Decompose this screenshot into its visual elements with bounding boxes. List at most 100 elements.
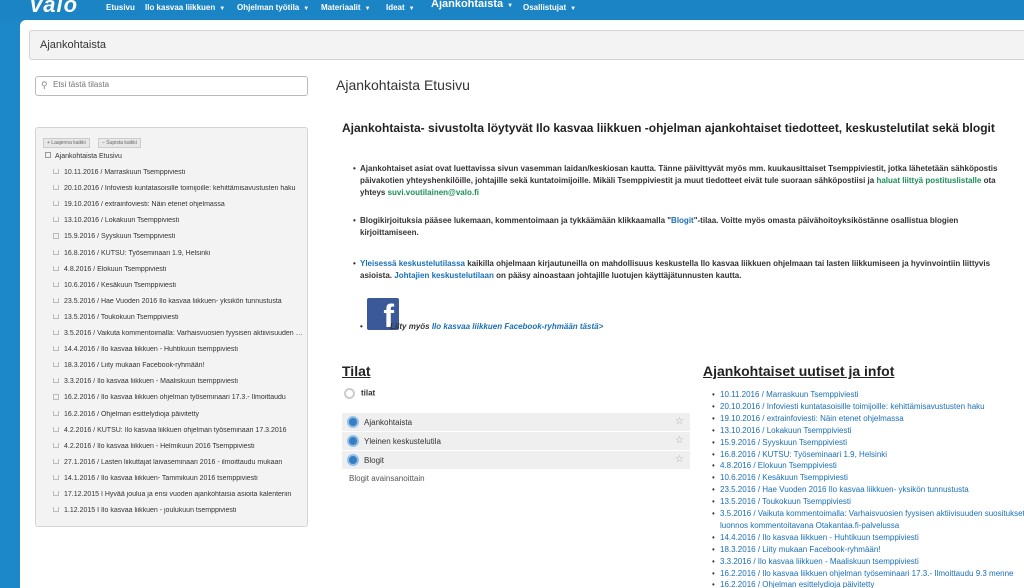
collapse-icon[interactable] [45,152,51,159]
page-icon [53,233,59,239]
nav-item-1[interactable]: Ilo kasvaa liikkuen ▼ [145,3,225,12]
page-icon [53,410,59,416]
bullet: • [712,509,715,518]
nav-item-0[interactable]: Etusivu [106,3,135,12]
space-icon [347,454,359,466]
tree-root[interactable]: Ajankohtaista Etusivu [45,152,122,160]
tree-item[interactable]: 27.1.2016 / Lasten liikuttajat laivasemi… [53,458,303,471]
space-row-yleinen[interactable]: Yleinen keskustelutila ☆ [342,432,690,450]
tree-item[interactable]: 4.8.2016 / Elokuun Tsemppiviesti [53,265,303,278]
news-item[interactable]: • 14.4.2016 / Ilo kasvaa liikkuen - Huhti… [712,532,1024,543]
tree-item[interactable]: 16.2.2016 / Ilo kasvaa liikkuen ohjelman… [53,394,303,406]
bullet: • [712,473,715,483]
intro-heading: Ajankohtaista- sivustolta löytyvät Ilo k… [342,121,995,135]
news-item[interactable]: • 3.5.2016 / Vaikuta kommentoimalla: Varh… [712,508,1024,519]
tree-item[interactable]: 3.5.2016 / Vaikuta kommentoimalla: Varha… [53,330,303,342]
news-item[interactable]: • 3.3.2016 / Ilo kasvaa liikkuen - Maalis… [712,556,1024,567]
news-item[interactable]: • 10.6.2016 / Kesäkuun Tsemppiviesti [712,472,1024,483]
news-item[interactable]: • 13.10.2016 / Lokakuun Tsemppiviesti [712,425,1024,436]
tree-item[interactable]: 4.2.2016 / Ilo kasvaa liikkuen - Helmiku… [53,442,303,455]
news-item[interactable]: • 16.8.2016 / KUTSU: Työseminaari 1.9, He… [712,449,1024,460]
nav-item-3[interactable]: Materiaalit ▼ [321,3,371,12]
news-item[interactable]: • 15.9.2016 / Syyskuun Tsemppiviesti [712,437,1024,448]
tree-item[interactable]: 13.10.2016 / Lokakuun Tsemppiviesti [53,217,303,229]
space-label[interactable]: Yleinen keskustelutila [364,437,441,446]
news-item[interactable]: • 18.3.2016 / Liity mukaan Facebook-ryhmä… [712,544,1024,555]
tree-item[interactable]: 16.8.2016 / KUTSU: Työseminaari 1.9, Hel… [53,249,303,262]
tree-item[interactable]: 10.11.2016 / Marraskuun Tsemppiviesti [53,169,303,181]
news-item[interactable]: • 19.10.2016 / extrainfoviesti: Näin eten… [712,413,1024,424]
expand-all-button[interactable]: + Laajenna kaikki [43,138,90,148]
favorite-star-icon[interactable]: ☆ [675,435,684,446]
page-icon [53,185,59,191]
news-item[interactable]: • 13.5.2016 / Toukokuun Tsemppiviesti [712,496,1024,507]
tree-item[interactable]: 23.5.2016 / Hae Vuoden 2016 Ilo kasvaa l… [53,297,303,310]
news-item[interactable]: luonnos kommentoitavana Otakantaa.fi-pal… [720,520,1024,531]
nav-item-6[interactable]: Osallistujat ▼ [523,3,576,12]
news-item[interactable]: • 4.8.2016 / Elokuun Tsemppiviesti [712,460,1024,471]
tree-item[interactable]: 13.5.2016 / Toukokuun Tsemppiviesti [53,313,303,326]
space-search[interactable]: ⚲ [35,76,308,96]
directors-discussion-link[interactable]: Johtajien keskustelutilaan [394,271,494,280]
blogit-link[interactable]: Blogit [671,216,694,225]
nav-item-4[interactable]: Ideat ▼ [386,3,415,12]
bullet: • [712,401,715,411]
dropdown-caret-icon[interactable]: ▼ [219,6,225,12]
tree-item[interactable]: 18.3.2016 / Liity mukaan Facebook-ryhmää… [53,362,303,374]
news-item[interactable]: • 20.10.2016 / Infoviesti kuntatasoisille… [712,401,1024,412]
page-icon [53,362,59,368]
spaces-subheading: tilat [344,388,375,399]
space-icon [347,416,359,428]
page-icon [53,330,59,336]
dropdown-caret-icon[interactable]: ▼ [507,3,513,9]
page-icon [53,169,59,175]
favorite-star-icon[interactable]: ☆ [675,454,684,465]
blog-keywords-link[interactable]: Blogit avainsanoittain [349,474,425,483]
page-icon [53,346,59,352]
tree-root-label[interactable]: Ajankohtaista Etusivu [55,153,122,160]
tree-item[interactable]: 16.2.2016 / Ohjelman esittelydioja päivi… [53,410,303,423]
tree-item[interactable]: 20.10.2016 / Infoviesti kuntatasoisille … [53,185,303,197]
breadcrumb[interactable]: Ajankohtaista [40,39,106,51]
space-label[interactable]: Ajankohtaista [364,418,412,427]
facebook-group-link[interactable]: Ilo kasvaa liikkuen Facebook-ryhmään täs… [432,322,603,331]
tree-item[interactable]: 1.12.2015 I Ilo kasvaa liikkuen - jouluk… [53,507,303,519]
bullet: • [353,164,356,173]
bullet: • [712,580,715,588]
tree-item[interactable]: 3.3.2016 / Ilo kasvaa liikkuen - Maalisk… [53,378,303,390]
page-icon [53,491,59,497]
bullet: • [712,556,715,566]
bullet: • [712,390,715,399]
facebook-line: • Liity myös Ilo kasvaa liikkuen Faceboo… [360,322,604,331]
bullet: • [712,485,715,495]
news-item[interactable]: • 10.11.2016 / Marraskuun Tsemppiviesti [712,389,1024,400]
tree-item[interactable]: 14.1.2016 / Ilo kasvaa liikkuen- Tammiku… [53,474,303,487]
general-discussion-link[interactable]: Yleisessä keskustelutilassa [360,259,465,268]
dropdown-caret-icon[interactable]: ▼ [365,6,371,12]
email-link[interactable]: suvi.voutilainen@valo.fi [388,188,479,197]
collapse-all-button[interactable]: − Supista kaikki [98,138,141,148]
tree-item[interactable]: 10.6.2016 / Kesäkuun Tsemppiviesti [53,281,303,294]
search-input[interactable] [53,80,298,89]
page-icon [53,201,59,207]
news-item[interactable]: • 16.2.2016 / Ilo kasvaa liikkuen ohjelma… [712,568,1024,579]
dropdown-caret-icon[interactable]: ▼ [409,6,415,12]
tree-item[interactable]: 14.4.2016 / Ilo kasvaa liikkuen - Huhtik… [53,346,303,358]
bullet: • [712,413,715,423]
valo-logo[interactable]: valo [30,0,78,18]
mailing-list-link[interactable]: haluat liittyä postituslistalle [876,176,981,185]
tree-item[interactable]: 19.10.2016 / extrainfoviesti: Näin etene… [53,201,303,213]
tree-item[interactable]: 17.12.2015 I Hyvää joulua ja ensi vuoden… [53,491,303,503]
tree-item[interactable]: 4.2.2016 / KUTSU: Ilo kasvaa liikkuen oh… [53,426,303,439]
dropdown-caret-icon[interactable]: ▼ [303,6,309,12]
favorite-star-icon[interactable]: ☆ [675,416,684,427]
dropdown-caret-icon[interactable]: ▼ [570,6,576,12]
space-label[interactable]: Blogit [364,456,384,465]
news-item[interactable]: • 16.2.2016 / Ohjelman esittelydioja päiv… [712,579,1024,588]
nav-item-2[interactable]: Ohjelman työtila ▼ [237,3,309,12]
space-row-blogit[interactable]: Blogit ☆ [342,451,690,469]
nav-item-5[interactable]: Ajankohtaista ▼ [431,0,513,10]
space-row-ajankohtaista[interactable]: Ajankohtaista ☆ [342,413,690,431]
news-item[interactable]: • 23.5.2016 / Hae Vuoden 2016 Ilo kasvaa … [712,484,1024,495]
tree-item[interactable]: 15.9.2016 / Syyskuun Tsemppiviesti [53,233,303,245]
